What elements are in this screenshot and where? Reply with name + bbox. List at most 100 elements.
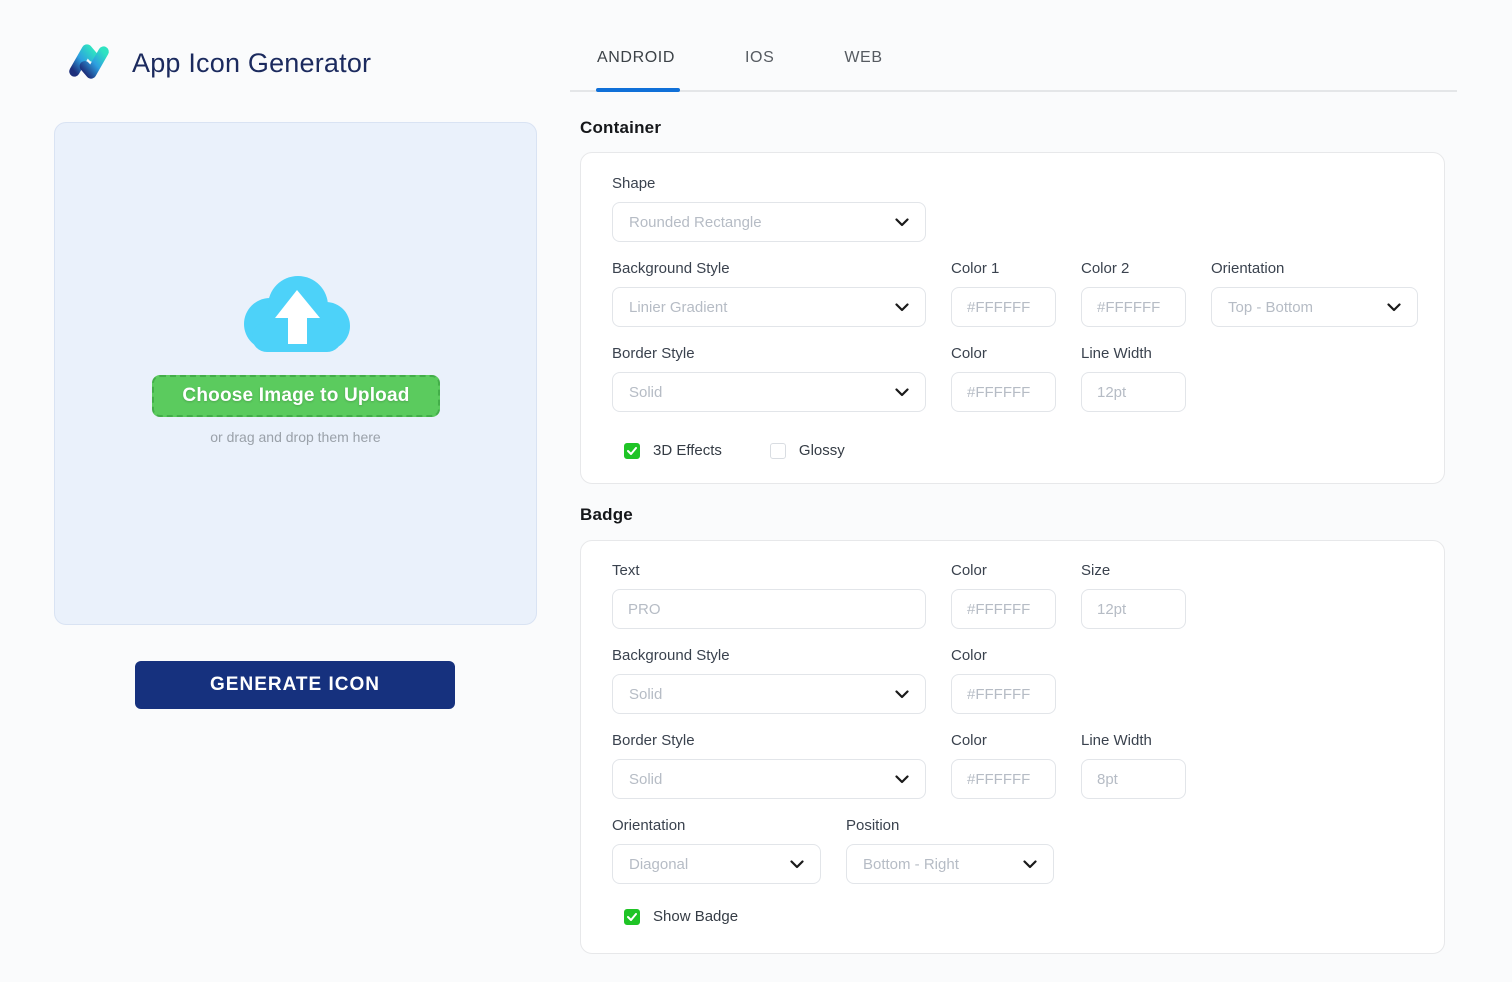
badge-position-value: Bottom - Right	[863, 855, 959, 873]
badge-border-row: Border Style Solid Color Line Width	[612, 732, 1444, 799]
badge-text-color-field: Color	[951, 562, 1056, 629]
container-settings-card: Shape Rounded Rectangle Background Style…	[580, 152, 1445, 484]
badge-text-color-label: Color	[951, 562, 987, 579]
chevron-down-icon	[790, 859, 804, 868]
badge-orientation-value: Diagonal	[629, 855, 689, 873]
check-icon	[627, 446, 637, 455]
background-style-value: Linier Gradient	[629, 298, 728, 316]
badge-bg-style-label: Background Style	[612, 647, 730, 664]
show-badge-row: Show Badge	[612, 908, 1444, 925]
badge-orientation-label: Orientation	[612, 817, 686, 834]
orientation-value: Top - Bottom	[1228, 298, 1314, 316]
color2-label: Color 2	[1081, 260, 1130, 277]
border-row: Border Style Solid Color Line Width	[612, 345, 1444, 412]
shape-row: Shape Rounded Rectangle	[612, 175, 1444, 242]
badge-text-row: Text Color Size	[612, 562, 1444, 629]
background-row: Background Style Linier Gradient Color 1…	[612, 260, 1444, 327]
tab-ios[interactable]: IOS	[745, 49, 774, 67]
tab-android[interactable]: ANDROID	[597, 49, 675, 67]
show-badge-label: Show Badge	[653, 908, 739, 925]
container-section-title: Container	[580, 118, 662, 137]
badge-border-style-select[interactable]: Solid	[612, 759, 926, 799]
badge-text-input[interactable]	[612, 589, 926, 629]
line-width-input[interactable]	[1081, 372, 1186, 412]
color1-input[interactable]	[951, 287, 1056, 327]
badge-position-label: Position	[846, 817, 900, 834]
badge-bg-style-select[interactable]: Solid	[612, 674, 926, 714]
image-drop-zone[interactable]: Choose Image to Upload or drag and drop …	[54, 122, 537, 625]
choose-image-button[interactable]: Choose Image to Upload	[152, 375, 440, 417]
badge-background-row: Background Style Solid Color	[612, 647, 1444, 714]
badge-border-style-label: Border Style	[612, 732, 695, 749]
generate-icon-button[interactable]: GENERATE ICON	[135, 661, 455, 709]
border-style-select[interactable]: Solid	[612, 372, 926, 412]
color2-field: Color 2	[1081, 260, 1186, 327]
border-color-field: Color	[951, 345, 1056, 412]
badge-size-input[interactable]	[1081, 589, 1186, 629]
checkbox-icon[interactable]	[624, 908, 640, 925]
badge-placement-row: Orientation Diagonal Position Bottom - R…	[612, 817, 1444, 884]
badge-orientation-select[interactable]: Diagonal	[612, 844, 821, 884]
brand: App Icon Generator	[64, 36, 371, 91]
color1-label: Color 1	[951, 260, 1000, 277]
check-icon	[627, 912, 637, 921]
badge-size-label: Size	[1081, 562, 1111, 579]
line-width-field: Line Width	[1081, 345, 1186, 412]
shape-select-value: Rounded Rectangle	[629, 213, 762, 231]
glossy-checkbox[interactable]: Glossy	[758, 442, 845, 459]
cloud-upload-icon	[236, 268, 356, 365]
shape-label: Shape	[612, 175, 656, 192]
orientation-label: Orientation	[1211, 260, 1285, 277]
line-width-label: Line Width	[1081, 345, 1152, 362]
chevron-down-icon	[895, 302, 909, 311]
chevron-down-icon	[1387, 302, 1401, 311]
drag-drop-hint: or drag and drop them here	[210, 429, 381, 445]
badge-bg-color-label: Color	[951, 647, 987, 664]
badge-line-width-input[interactable]	[1081, 759, 1186, 799]
badge-border-color-field: Color	[951, 732, 1056, 799]
checkbox-icon[interactable]	[624, 442, 640, 459]
badge-line-width-field: Line Width	[1081, 732, 1186, 799]
badge-section-title: Badge	[580, 505, 633, 524]
badge-border-style-field: Border Style Solid	[612, 732, 926, 799]
app-logo-icon	[64, 36, 114, 91]
badge-position-field: Position Bottom - Right	[846, 817, 1054, 884]
background-style-select[interactable]: Linier Gradient	[612, 287, 926, 327]
badge-border-color-label: Color	[951, 732, 987, 749]
platform-tabs: ANDROID IOS WEB	[597, 49, 883, 67]
shape-select[interactable]: Rounded Rectangle	[612, 202, 926, 242]
badge-bg-color-input[interactable]	[951, 674, 1056, 714]
orientation-select[interactable]: Top - Bottom	[1211, 287, 1418, 327]
badge-position-select[interactable]: Bottom - Right	[846, 844, 1054, 884]
badge-text-color-input[interactable]	[951, 589, 1056, 629]
color2-input[interactable]	[1081, 287, 1186, 327]
border-style-label: Border Style	[612, 345, 695, 362]
show-badge-checkbox[interactable]: Show Badge	[612, 908, 738, 925]
chevron-down-icon	[895, 217, 909, 226]
badge-size-field: Size	[1081, 562, 1186, 629]
badge-line-width-label: Line Width	[1081, 732, 1152, 749]
color1-field: Color 1	[951, 260, 1056, 327]
badge-settings-card: Text Color Size Background Style Solid	[580, 540, 1445, 954]
shape-field: Shape Rounded Rectangle	[612, 175, 926, 242]
badge-text-label: Text	[612, 562, 640, 579]
badge-orientation-field: Orientation Diagonal	[612, 817, 821, 884]
active-tab-indicator	[596, 88, 680, 92]
page-title: App Icon Generator	[132, 48, 372, 78]
orientation-field: Orientation Top - Bottom	[1211, 260, 1418, 327]
checkbox-icon[interactable]	[769, 442, 786, 459]
chevron-down-icon	[895, 387, 909, 396]
tab-web[interactable]: WEB	[844, 49, 882, 67]
border-color-input[interactable]	[951, 372, 1056, 412]
chevron-down-icon	[895, 774, 909, 783]
border-style-value: Solid	[629, 383, 663, 401]
badge-bg-color-field: Color	[951, 647, 1056, 714]
chevron-down-icon	[1023, 859, 1037, 868]
chevron-down-icon	[895, 689, 909, 698]
border-style-field: Border Style Solid	[612, 345, 926, 412]
background-style-field: Background Style Linier Gradient	[612, 260, 926, 327]
badge-bg-style-field: Background Style Solid	[612, 647, 926, 714]
badge-bg-style-value: Solid	[629, 685, 663, 703]
badge-border-color-input[interactable]	[951, 759, 1056, 799]
effects-3d-checkbox[interactable]: 3D Effects	[612, 442, 722, 459]
